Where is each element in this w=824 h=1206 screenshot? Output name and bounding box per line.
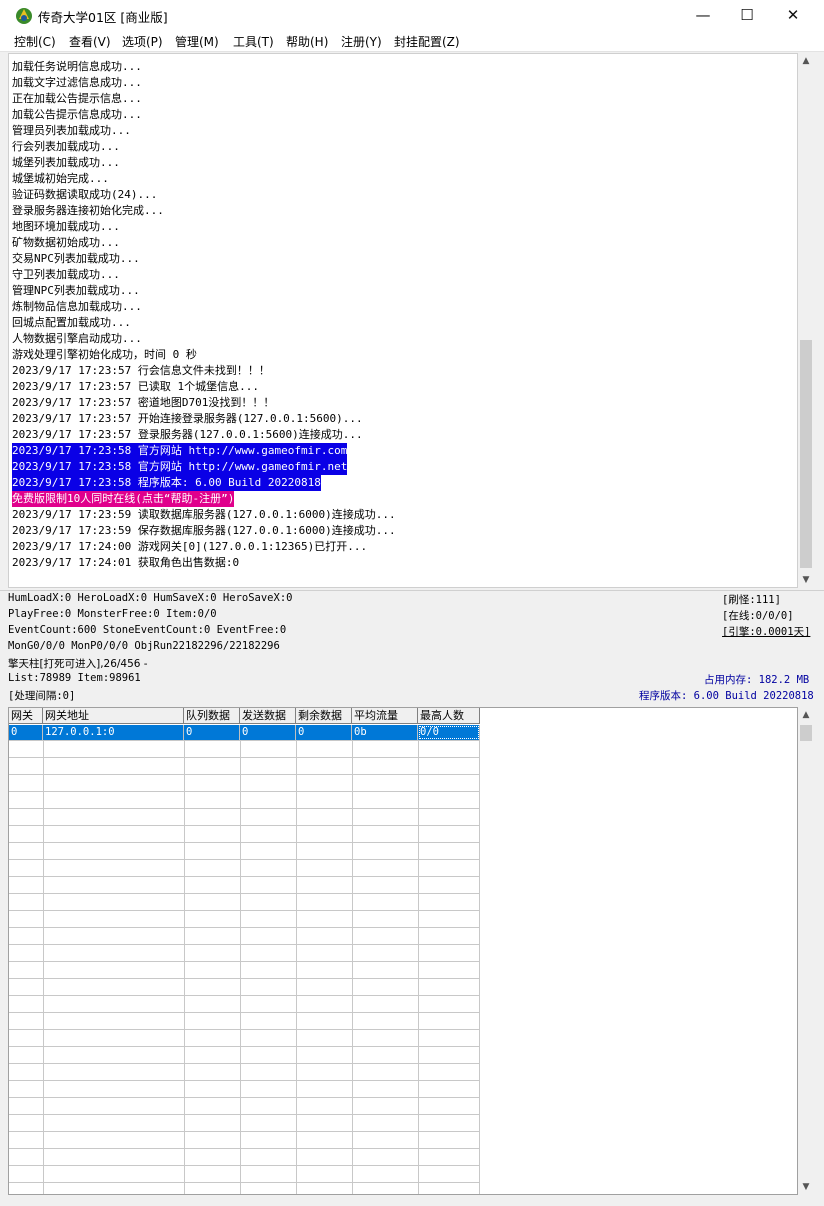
log-line: 登录服务器连接初始化完成... [12, 204, 164, 217]
minimize-button[interactable]: — [680, 0, 726, 31]
status-events: EventCount:600 StoneEventCount:0 EventFr… [8, 624, 287, 636]
menu-view[interactable]: 查看(V) [69, 33, 111, 50]
col-avg-traffic[interactable]: 平均流量 [352, 708, 418, 724]
log-scrollbar[interactable]: ▲ ▼ [798, 53, 814, 588]
scroll-up-icon[interactable]: ▲ [798, 707, 814, 723]
scroll-down-icon[interactable]: ▼ [798, 572, 814, 588]
log-line: 地图环境加载成功... [12, 220, 120, 233]
status-free: PlayFree:0 MonsterFree:0 Item:0/0 [8, 608, 217, 620]
cell-send-data[interactable]: 0 [240, 725, 296, 740]
maximize-button[interactable]: ☐ [724, 0, 770, 31]
cell-max-users[interactable]: 0/0 [418, 725, 480, 740]
col-remaining-data[interactable]: 剩余数据 [296, 708, 352, 724]
log-line: 2023/9/17 17:23:57 开始连接登录服务器(127.0.0.1:5… [12, 412, 363, 425]
log-line: 2023/9/17 17:23:57 密道地图D701没找到！！！ [12, 396, 275, 409]
log-line: 城堡城初始完成... [12, 172, 109, 185]
status-monster-refresh: [刷怪:111] [722, 594, 781, 606]
log-line: 回城点配置加载成功... [12, 316, 131, 329]
log-line: 交易NPC列表加载成功... [12, 252, 140, 265]
log-line: 矿物数据初始成功... [12, 236, 120, 249]
log-line: 加载公告提示信息成功... [12, 108, 142, 121]
menu-options[interactable]: 选项(P) [122, 33, 163, 50]
scroll-down-icon[interactable]: ▼ [798, 1179, 814, 1195]
menu-control[interactable]: 控制(C) [14, 33, 56, 50]
log-line: 2023/9/17 17:23:57 行会信息文件未找到！！！ [12, 364, 270, 377]
status-panel: HumLoadX:0 HeroLoadX:0 HumSaveX:0 HeroSa… [0, 590, 824, 705]
log-line: 验证码数据读取成功(24)... [12, 188, 158, 201]
menu-help[interactable]: 帮助(H) [286, 33, 328, 50]
col-queue-data[interactable]: 队列数据 [184, 708, 240, 724]
cell-gateway-address[interactable]: 127.0.0.1:0 [43, 725, 184, 740]
log-line: 行会列表加载成功... [12, 140, 120, 153]
cell-gateway[interactable]: 0 [9, 725, 43, 740]
log-line: 2023/9/17 17:24:00 游戏网关[0](127.0.0.1:123… [12, 540, 368, 553]
menu-bar: 控制(C) 查看(V) 选项(P) 管理(M) 工具(T) 帮助(H) 注册(Y… [0, 31, 824, 52]
grid-lines [9, 725, 480, 1194]
log-line: 游戏处理引擎初始化成功，时间 0 秒 [12, 348, 197, 361]
log-line: 城堡列表加载成功... [12, 156, 120, 169]
log-line: 加载文字过滤信息成功... [12, 76, 142, 89]
log-line: 守卫列表加载成功... [12, 268, 120, 281]
log-line: 2023/9/17 17:23:57 已读取 1个城堡信息... [12, 380, 259, 393]
grid-scrollbar[interactable]: ▲ ▼ [798, 707, 814, 1195]
cell-remaining-data[interactable]: 0 [296, 725, 352, 740]
menu-register[interactable]: 注册(Y) [341, 33, 382, 50]
log-line-highlighted: 2023/9/17 17:23:58 官方网站 http://www.gameo… [12, 443, 348, 459]
log-line: 管理NPC列表加载成功... [12, 284, 140, 297]
col-gateway-address[interactable]: 网关地址 [43, 708, 184, 724]
app-icon[interactable] [14, 6, 34, 26]
log-panel[interactable]: ········ 加载任务说明信息成功... 加载文字过滤信息成功... 正在加… [8, 53, 798, 588]
status-interval: [处理间隔:0] [8, 690, 76, 702]
log-line-highlighted: 2023/9/17 17:23:58 官方网站 http://www.gameo… [12, 459, 348, 475]
status-version: 程序版本: 6.00 Build 20220818 [639, 690, 814, 702]
log-line-free-limit[interactable]: 免费版限制10人同时在线(点击“帮助-注册”) [12, 491, 235, 507]
log-line: 2023/9/17 17:23:57 登录服务器(127.0.0.1:5600)… [12, 428, 363, 441]
scroll-up-icon[interactable]: ▲ [798, 53, 814, 69]
log-line: 正在加载公告提示信息... [12, 92, 142, 105]
cell-avg-traffic[interactable]: 0b [352, 725, 418, 740]
menu-tools[interactable]: 工具(T) [233, 33, 274, 50]
status-online: [在线:0/0/0] [722, 610, 794, 622]
title-bar: 传奇大学01区 [商业版] — ☐ ✕ [0, 0, 824, 31]
menu-anticheat-config[interactable]: 封挂配置(Z) [394, 33, 460, 50]
log-line: 加载任务说明信息成功... [12, 60, 142, 73]
cell-queue-data[interactable]: 0 [184, 725, 240, 740]
col-max-users[interactable]: 最高人数 [418, 708, 480, 724]
status-hum-load: HumLoadX:0 HeroLoadX:0 HumSaveX:0 HeroSa… [8, 592, 293, 604]
log-line-highlighted: 2023/9/17 17:23:58 程序版本: 6.00 Build 2022… [12, 475, 321, 491]
window-title: 传奇大学01区 [商业版] [38, 10, 168, 25]
close-button[interactable]: ✕ [770, 0, 816, 31]
status-list: List:78989 Item:98961 [8, 672, 141, 684]
log-scroll-thumb[interactable] [800, 340, 812, 568]
log-line: 2023/9/17 17:23:59 保存数据库服务器(127.0.0.1:60… [12, 524, 396, 537]
gateway-grid[interactable]: 网关 网关地址 队列数据 发送数据 剩余数据 平均流量 最高人数 0 127.0… [8, 707, 798, 1195]
status-monsters: MonG0/0/0 MonP0/0/0 ObjRun22182296/22182… [8, 640, 280, 652]
status-memory: 占用内存: 182.2 MB [704, 674, 810, 686]
col-gateway[interactable]: 网关 [9, 708, 43, 724]
grid-scroll-thumb[interactable] [800, 725, 812, 741]
log-line: 管理员列表加载成功... [12, 124, 131, 137]
log-line: 2023/9/17 17:23:59 读取数据库服务器(127.0.0.1:60… [12, 508, 396, 521]
log-line: 炼制物品信息加载成功... [12, 300, 142, 313]
menu-manage[interactable]: 管理(M) [175, 33, 219, 50]
log-line: 2023/9/17 17:24:01 获取角色出售数据:0 [12, 556, 240, 569]
status-map: 擎天柱[打死可进入],26/456 - [8, 658, 148, 670]
col-send-data[interactable]: 发送数据 [240, 708, 296, 724]
log-line: 人物数据引擎启动成功... [12, 332, 142, 345]
status-engine[interactable]: [引擎:0.0001天] [722, 624, 810, 639]
